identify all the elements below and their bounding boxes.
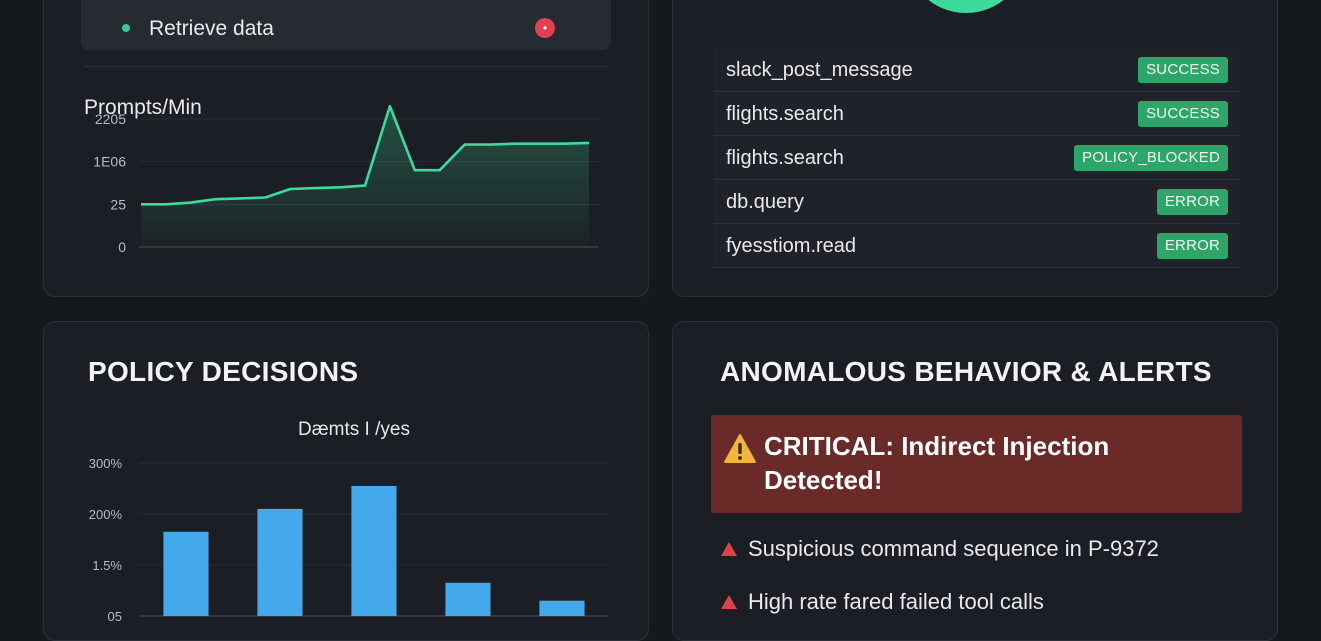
table-row[interactable]: flights.search SUCCESS — [713, 93, 1240, 136]
tool-name: flights.search — [726, 147, 844, 169]
table-row[interactable]: slack_post_message SUCCESS — [713, 49, 1240, 92]
table-row[interactable]: flights.search POLICY_BLOCKED — [713, 137, 1240, 180]
alert-triangle-icon — [721, 595, 737, 609]
table-row[interactable]: fyesstiom.read ERROR — [713, 225, 1240, 268]
series-area — [141, 106, 589, 247]
y-tick-label: 25 — [110, 196, 126, 212]
status-badge: ERROR — [1156, 233, 1228, 259]
y-tick-label: 200% — [89, 507, 123, 522]
gauge — [905, 0, 1027, 13]
alert-dot-icon[interactable]: • — [535, 18, 555, 38]
retrieve-data-row[interactable]: Retrieve data • — [81, 0, 611, 50]
tool-name: db.query — [726, 191, 804, 213]
y-tick-label: 05 — [108, 609, 122, 624]
retrieve-data-label: Retrieve data — [149, 17, 274, 40]
y-tick-label: 300% — [89, 456, 123, 471]
critical-alert[interactable]: CRITICAL: Indirect Injection Detected! — [711, 415, 1242, 513]
critical-alert-line: CRITICAL: Indirect Injection — [764, 431, 1110, 461]
bar — [539, 600, 585, 616]
alert-item-text: High rate fared failed tool calls — [748, 589, 1044, 614]
panel-title: ANOMALOUS BEHAVIOR & ALERTS — [720, 356, 1212, 387]
tool-calls-panel: slack_post_message SUCCESS flights.searc… — [672, 0, 1278, 297]
bar — [163, 531, 209, 616]
status-badge: POLICY_BLOCKED — [1074, 145, 1228, 171]
bar — [351, 486, 397, 616]
divider — [84, 66, 610, 67]
prompts-per-min-chart: 2205 1E06 25 0 — [93, 104, 599, 255]
warning-icon — [724, 434, 756, 463]
tool-name: fyesstiom.read — [726, 235, 857, 257]
critical-alert-title: CRITICAL: Indirect Injection Detected! — [764, 429, 1204, 497]
policy-decisions-chart: Dæmts I /yes 300% 200% 1.5% 05 — [89, 419, 609, 624]
panel-title: POLICY DECISIONS — [88, 356, 359, 387]
bar — [257, 508, 303, 616]
policy-decisions-panel: POLICY DECISIONS Dæmts I /yes 300% 200% 1.5… — [43, 321, 649, 641]
status-badge: SUCCESS — [1138, 101, 1228, 127]
alerts-panel: ANOMALOUS BEHAVIOR & ALERTS CRITICAL: In… — [672, 321, 1278, 641]
y-tick-label: 1.5% — [92, 558, 122, 573]
y-tick-label: 1E06 — [93, 154, 126, 170]
y-tick-label: 2205 — [95, 111, 126, 127]
table-row[interactable]: db.query ERROR — [713, 181, 1240, 224]
status-dot-icon — [122, 24, 130, 32]
status-badge: ERROR — [1156, 189, 1228, 215]
tool-calls-table: slack_post_message SUCCESS flights.searc… — [713, 49, 1240, 269]
alert-item-text: Suspicious command sequence in P-9372 — [748, 536, 1159, 561]
tool-name: flights.search — [726, 103, 844, 125]
chart-title: Dæmts I /yes — [298, 419, 410, 440]
activity-panel: Retrieve data • Prompts/Min 2205 1E06 25 0 — [43, 0, 649, 297]
alert-triangle-icon — [721, 542, 737, 556]
critical-alert-line: Detected! — [764, 465, 883, 495]
status-badge: SUCCESS — [1138, 57, 1228, 83]
y-tick-label: 0 — [118, 239, 126, 255]
bar — [445, 582, 491, 616]
tool-name: slack_post_message — [726, 59, 913, 81]
